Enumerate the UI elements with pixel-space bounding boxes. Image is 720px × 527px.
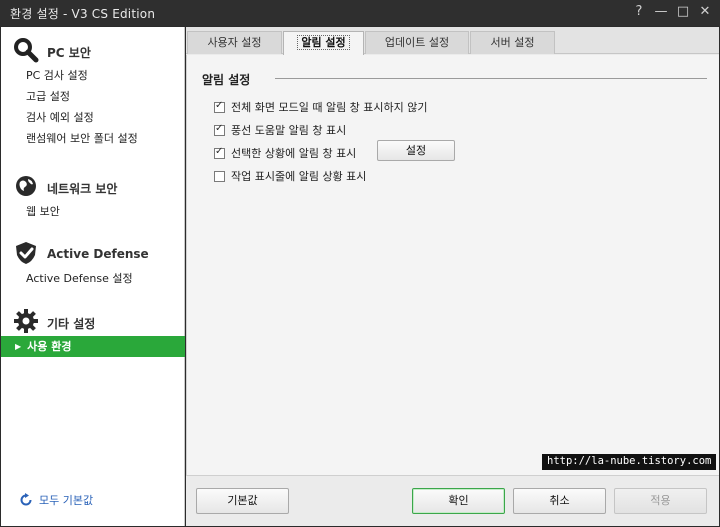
- section-header: PC 보안: [1, 35, 185, 65]
- sidebar-item-advanced-settings[interactable]: 고급 설정: [1, 86, 185, 107]
- globe-icon: [16, 176, 36, 196]
- reset-all-link[interactable]: 모두 기본값: [19, 492, 93, 508]
- gear-icon: [14, 309, 38, 333]
- tab-label: 서버 설정: [490, 36, 535, 49]
- option-label: 전체 화면 모드일 때 알림 창 표시하지 않기: [231, 101, 428, 114]
- section-active-defense: Active Defense Active Defense 설정: [1, 238, 185, 289]
- option-selected-situations[interactable]: 선택한 상황에 알림 창 표시: [214, 145, 356, 161]
- tab-user-settings[interactable]: 사용자 설정: [187, 31, 282, 54]
- sidebar-item-usage-environment[interactable]: ▶ 사용 환경: [1, 336, 185, 357]
- section-header: 기타 설정: [1, 306, 185, 336]
- group-title: 알림 설정: [202, 73, 251, 87]
- situation-settings-button[interactable]: 설정: [377, 140, 455, 161]
- reset-all-label: 모두 기본값: [39, 494, 94, 507]
- checkbox[interactable]: [214, 170, 225, 182]
- section-header: Active Defense: [1, 238, 185, 268]
- cancel-button[interactable]: 취소: [513, 488, 606, 514]
- help-icon[interactable]: ?: [630, 3, 648, 21]
- sidebar-item-pc-scan-settings[interactable]: PC 검사 설정: [1, 65, 185, 86]
- watermark-url: http://la-nube.tistory.com: [542, 454, 717, 470]
- sidebar-item-ransomware-folder[interactable]: 랜섬웨어 보안 폴더 설정: [1, 128, 185, 149]
- section-network-security: 네트워크 보안 웹 보안: [1, 171, 185, 222]
- apply-button[interactable]: 적용: [614, 488, 707, 514]
- option-balloon-tooltip[interactable]: 풍선 도움말 알림 창 표시: [214, 122, 346, 138]
- option-label: 선택한 상황에 알림 창 표시: [231, 147, 357, 160]
- sidebar-item-web-security[interactable]: 웹 보안: [1, 201, 185, 222]
- tab-update-settings[interactable]: 업데이트 설정: [365, 31, 469, 54]
- section-other-settings: 기타 설정 ▶ 사용 환경: [1, 306, 185, 357]
- option-fullscreen-suppress[interactable]: 전체 화면 모드일 때 알림 창 표시하지 않기: [214, 99, 428, 115]
- section-title: Active Defense: [47, 247, 149, 261]
- group-divider: [275, 78, 707, 79]
- sidebar: PC 보안 PC 검사 설정 고급 설정 검사 예외 설정 랜섬웨어 보안 폴더…: [1, 27, 185, 526]
- checkbox[interactable]: [214, 100, 225, 113]
- checkbox[interactable]: [214, 146, 225, 159]
- option-label: 풍선 도움말 알림 창 표시: [231, 124, 347, 137]
- option-label: 작업 표시줄에 알림 상황 표시: [231, 170, 367, 183]
- sidebar-item-active-defense-settings[interactable]: Active Defense 설정: [1, 268, 185, 289]
- tab-label: 사용자 설정: [207, 36, 262, 49]
- section-header: 네트워크 보안: [1, 171, 185, 201]
- tab-bar: 사용자 설정 알림 설정 업데이트 설정 서버 설정: [186, 27, 719, 55]
- close-icon[interactable]: ✕: [696, 3, 714, 21]
- checkbox[interactable]: [214, 123, 225, 136]
- window-title: 환경 설정 - V3 CS Edition: [10, 7, 156, 21]
- default-button[interactable]: 기본값: [196, 488, 289, 514]
- main-area: 사용자 설정 알림 설정 업데이트 설정 서버 설정 알림 설정 전체 화면 모…: [186, 27, 719, 526]
- tab-server-settings[interactable]: 서버 설정: [470, 31, 555, 54]
- ok-button[interactable]: 확인: [412, 488, 505, 514]
- sidebar-item-label: 사용 환경: [27, 340, 72, 353]
- tab-notification-settings[interactable]: 알림 설정: [283, 31, 364, 55]
- bottom-button-bar: 기본값 확인 취소 적용: [186, 475, 719, 526]
- section-pc-security: PC 보안 PC 검사 설정 고급 설정 검사 예외 설정 랜섬웨어 보안 폴더…: [1, 35, 185, 149]
- tab-label: 알림 설정: [297, 35, 350, 50]
- maximize-icon[interactable]: □: [674, 3, 692, 21]
- notification-settings-panel: 알림 설정 전체 화면 모드일 때 알림 창 표시하지 않기 풍선 도움말 알림…: [186, 55, 719, 475]
- section-title: 기타 설정: [47, 317, 96, 331]
- title-bar: 환경 설정 - V3 CS Edition ? — □ ✕: [0, 0, 720, 26]
- tab-label: 업데이트 설정: [384, 36, 450, 49]
- option-taskbar-status[interactable]: 작업 표시줄에 알림 상황 표시: [214, 168, 366, 184]
- refresh-icon: [20, 493, 32, 506]
- minimize-icon[interactable]: —: [652, 3, 670, 21]
- chevron-right-icon: ▶: [15, 342, 22, 351]
- window-controls: ? — □ ✕: [630, 3, 714, 21]
- magnifier-icon: [14, 38, 39, 63]
- section-title: PC 보안: [47, 46, 91, 60]
- sidebar-item-scan-exclusions[interactable]: 검사 예외 설정: [1, 107, 185, 128]
- section-title: 네트워크 보안: [47, 182, 118, 196]
- shield-check-icon: [16, 242, 36, 264]
